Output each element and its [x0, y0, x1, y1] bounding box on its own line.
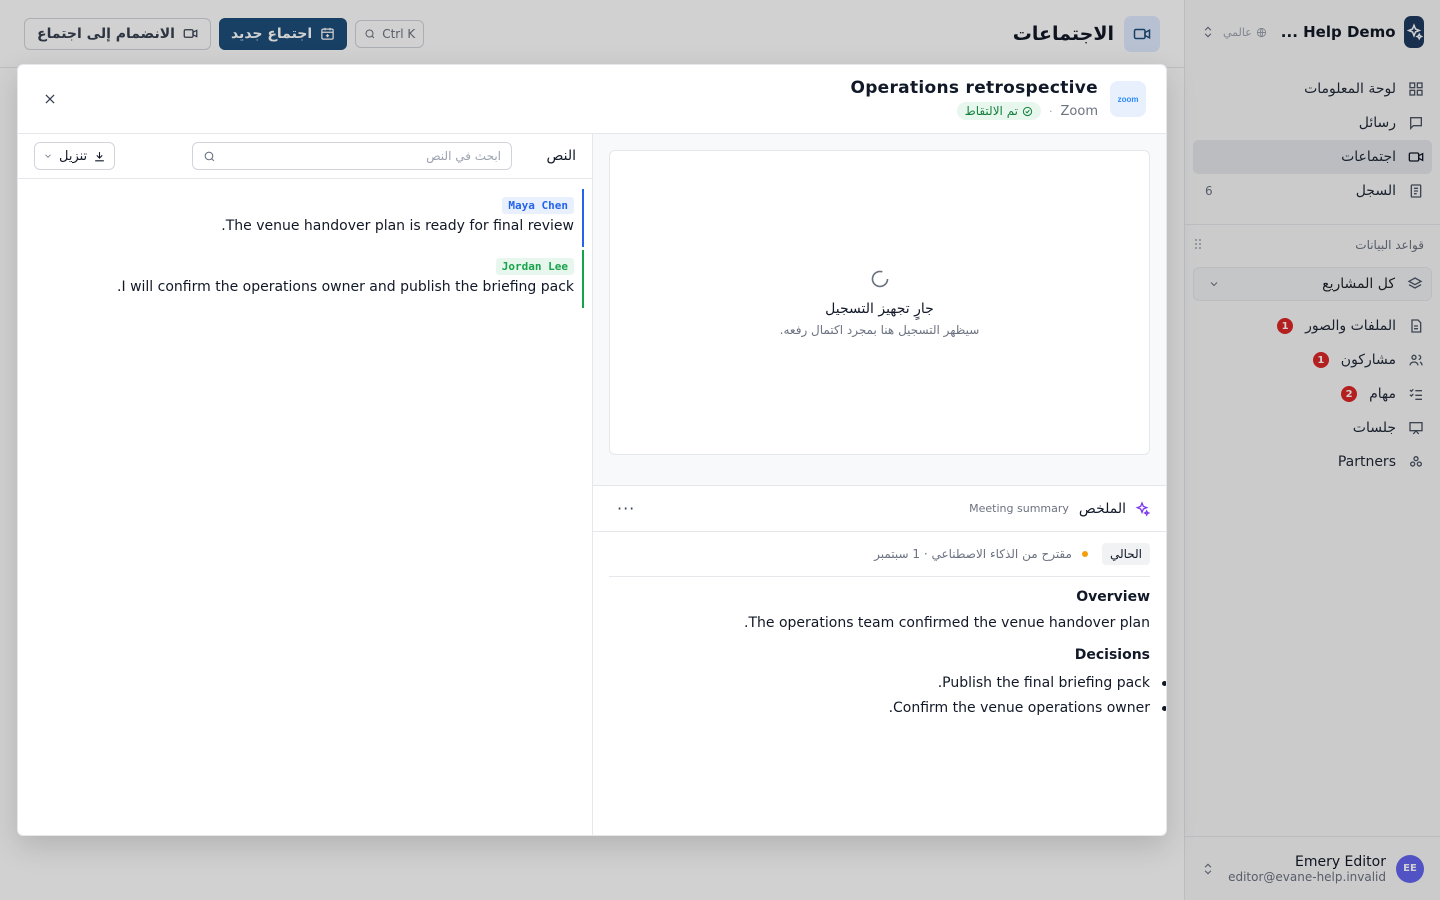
- overview-text: The operations team confirmed the venue …: [744, 615, 1150, 631]
- transcript-title: النص: [546, 148, 576, 164]
- list-item: Publish the final briefing pack.: [609, 671, 1166, 696]
- download-icon: [95, 151, 105, 161]
- status-badge: تم الالتقاط: [956, 102, 1042, 120]
- transcript-segment[interactable]: Maya Chen The venue handover plan is rea…: [34, 189, 584, 247]
- recording-player: جارٍ تجهيز التسجيل سيظهر التسجيل هنا بمج…: [609, 150, 1150, 455]
- status-label: تم الالتقاط: [964, 104, 1019, 118]
- check-circle-icon: [1022, 106, 1033, 116]
- recording-summary-pane: جارٍ تجهيز التسجيل سيظهر التسجيل هنا بمج…: [593, 134, 1166, 835]
- transcript-header: النص تنزيل: [18, 134, 592, 179]
- recording-area: جارٍ تجهيز التسجيل سيظهر التسجيل هنا بمج…: [593, 134, 1166, 486]
- overview-heading: Overview: [1076, 589, 1150, 605]
- version-meta: مقترح من الذكاء الاصطناعي · 1 سبتمبر: [874, 547, 1072, 561]
- chevron-down-icon: [45, 154, 51, 158]
- summary-subtitle: Meeting summary: [969, 502, 1069, 515]
- segment-text: I will confirm the operations owner and …: [117, 279, 574, 295]
- search-icon: [204, 151, 215, 161]
- loading-spinner-icon: [871, 270, 888, 287]
- speaker-label[interactable]: Jordan Lee: [495, 258, 574, 275]
- transcript-search[interactable]: [192, 142, 512, 170]
- separator-dot: ·: [1049, 104, 1053, 118]
- meeting-detail-modal: zoom Operations retrospective Zoom · تم …: [17, 64, 1167, 836]
- zoom-logo: zoom: [1110, 81, 1146, 117]
- speaker-label[interactable]: Maya Chen: [502, 197, 574, 214]
- segment-text: The venue handover plan is ready for fin…: [221, 218, 574, 234]
- close-button[interactable]: [38, 87, 62, 111]
- summary-content: Overview The operations team confirmed t…: [609, 589, 1166, 721]
- download-label: تنزيل: [59, 148, 88, 164]
- decisions-heading: Decisions: [1074, 647, 1150, 663]
- modal-header: zoom Operations retrospective Zoom · تم …: [18, 65, 1166, 134]
- transcript-segment[interactable]: Jordan Lee I will confirm the operations…: [34, 250, 584, 308]
- summary-version-row: الحالي مقترح من الذكاء الاصطناعي · 1 سبت…: [609, 532, 1150, 577]
- list-item: Confirm the venue operations owner.: [609, 696, 1166, 721]
- more-options-button[interactable]: ···: [609, 499, 635, 518]
- meeting-provider: Zoom: [1060, 103, 1098, 119]
- decision-text: Confirm the venue operations owner.: [888, 700, 1150, 716]
- meeting-title: Operations retrospective: [850, 78, 1098, 98]
- summary-header: الملخص Meeting summary ···: [593, 486, 1166, 532]
- recording-status-title: جارٍ تجهيز التسجيل: [825, 300, 934, 317]
- transcript-pane: النص تنزيل Maya Chen The venue handover: [18, 134, 593, 835]
- download-button[interactable]: تنزيل: [34, 142, 116, 170]
- sparkles-icon: [1135, 500, 1150, 516]
- transcript-list: Maya Chen The venue handover plan is rea…: [18, 179, 592, 308]
- summary-title: الملخص: [1078, 500, 1126, 517]
- recording-status-subtitle: سيظهر التسجيل هنا بمجرد اكتمال رفعه.: [779, 322, 980, 337]
- decision-text: Publish the final briefing pack.: [937, 675, 1150, 691]
- decisions-list: Publish the final briefing pack. Confirm…: [609, 671, 1166, 721]
- transcript-search-input[interactable]: [224, 149, 501, 163]
- status-dot: [1081, 551, 1088, 557]
- close-icon: [45, 94, 55, 104]
- version-tab[interactable]: الحالي: [1101, 543, 1150, 565]
